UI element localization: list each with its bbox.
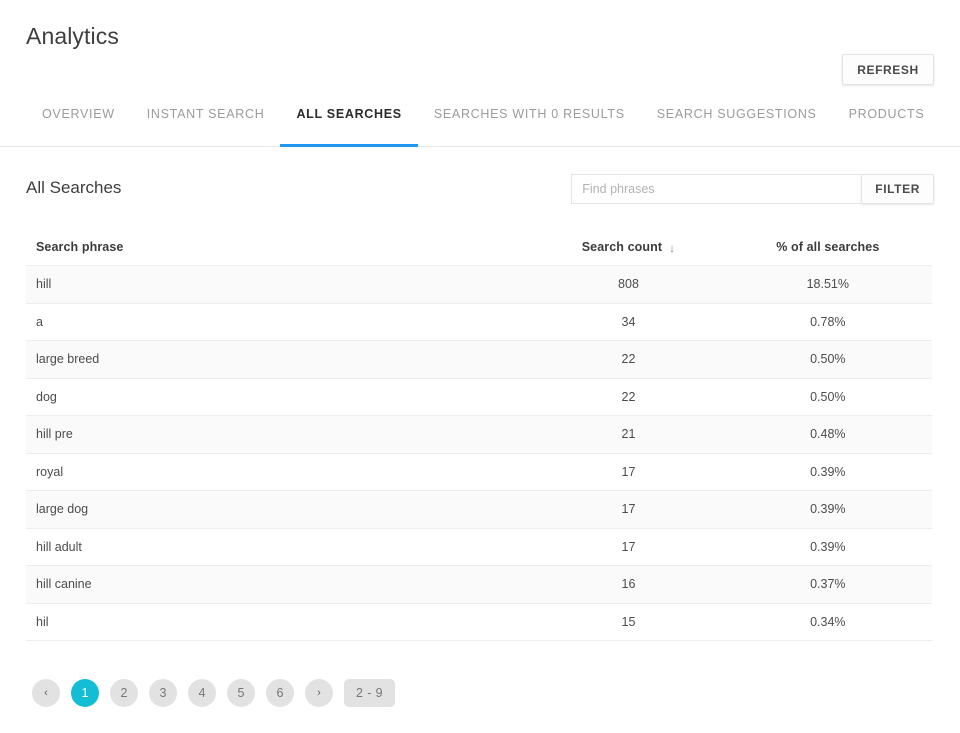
arrow-down-icon: ↓ — [669, 241, 675, 255]
cell-percent: 0.34% — [724, 603, 932, 641]
table-row[interactable]: royal170.39% — [26, 453, 932, 491]
cell-percent: 0.39% — [724, 528, 932, 566]
section-title: All Searches — [26, 177, 121, 199]
search-input[interactable] — [571, 174, 861, 204]
table-row[interactable]: large dog170.39% — [26, 491, 932, 529]
table-row[interactable]: hill pre210.48% — [26, 416, 932, 454]
pagination-page-4[interactable]: 4 — [188, 679, 216, 707]
cell-search-count: 15 — [533, 603, 723, 641]
tab-active-underline — [280, 144, 417, 147]
cell-percent: 0.50% — [724, 341, 932, 379]
cell-search-count: 34 — [533, 303, 723, 341]
table-row[interactable]: dog220.50% — [26, 378, 932, 416]
cell-search-phrase: dog — [26, 378, 533, 416]
tab-label: SEARCH SUGGESTIONS — [657, 106, 817, 122]
cell-percent: 18.51% — [724, 266, 932, 304]
cell-search-count: 16 — [533, 566, 723, 604]
cell-search-phrase: large breed — [26, 341, 533, 379]
cell-search-phrase: hill pre — [26, 416, 533, 454]
cell-search-phrase: royal — [26, 453, 533, 491]
table-row[interactable]: hill adult170.39% — [26, 528, 932, 566]
cell-search-phrase: hill canine — [26, 566, 533, 604]
pagination-prev-icon[interactable]: ‹ — [32, 679, 60, 707]
tab-label: ALL SEARCHES — [296, 106, 401, 122]
cell-percent: 0.37% — [724, 566, 932, 604]
tab-label: OVERVIEW — [42, 106, 115, 122]
cell-search-count: 22 — [533, 341, 723, 379]
tab-bar: OVERVIEW INSTANT SEARCH ALL SEARCHES SEARCH… — [0, 106, 960, 147]
tab-label: INSTANT SEARCH — [147, 106, 265, 122]
column-header-percent-label: % of all searches — [776, 240, 879, 254]
section-header: All Searches FILTER — [0, 166, 960, 212]
searches-table-wrap: Search phrase Search count ↓ % of all sea… — [26, 228, 932, 641]
cell-percent: 0.39% — [724, 453, 932, 491]
pagination-page-3[interactable]: 3 — [149, 679, 177, 707]
tab-label: PRODUCTS — [849, 106, 925, 122]
column-header-percent-of-all-searches[interactable]: % of all searches — [724, 228, 932, 266]
refresh-button[interactable]: REFRESH — [842, 54, 934, 85]
filter-button[interactable]: FILTER — [861, 174, 934, 204]
pagination: ‹ 123456 › 2 - 9 — [32, 679, 395, 707]
table-row[interactable]: hil150.34% — [26, 603, 932, 641]
tab-searches-with-0-results[interactable]: SEARCHES WITH 0 RESULTS — [418, 106, 641, 146]
cell-percent: 0.78% — [724, 303, 932, 341]
tab-instant-search[interactable]: INSTANT SEARCH — [131, 106, 281, 146]
cell-search-count: 17 — [533, 528, 723, 566]
tab-search-suggestions[interactable]: SEARCH SUGGESTIONS — [641, 106, 833, 146]
filter-group: FILTER — [571, 174, 934, 204]
column-header-search-count[interactable]: Search count ↓ — [533, 228, 723, 266]
tab-overview[interactable]: OVERVIEW — [26, 106, 131, 146]
pagination-page-5[interactable]: 5 — [227, 679, 255, 707]
tab-all-searches[interactable]: ALL SEARCHES — [280, 106, 417, 146]
pagination-page-2[interactable]: 2 — [110, 679, 138, 707]
page-title: Analytics — [26, 21, 119, 51]
cell-percent: 0.39% — [724, 491, 932, 529]
cell-search-count: 21 — [533, 416, 723, 454]
pagination-page-1[interactable]: 1 — [71, 679, 99, 707]
cell-search-phrase: hill — [26, 266, 533, 304]
cell-search-phrase: large dog — [26, 491, 533, 529]
cell-search-phrase: hil — [26, 603, 533, 641]
cell-search-count: 808 — [533, 266, 723, 304]
cell-search-count: 22 — [533, 378, 723, 416]
table-head: Search phrase Search count ↓ % of all sea… — [26, 228, 932, 266]
table-row[interactable]: hill80818.51% — [26, 266, 932, 304]
cell-search-count: 17 — [533, 491, 723, 529]
cell-search-phrase: hill adult — [26, 528, 533, 566]
column-header-search-count-label: Search count — [582, 240, 662, 254]
table-body: hill80818.51%a340.78%large breed220.50%d… — [26, 266, 932, 641]
table-row[interactable]: large breed220.50% — [26, 341, 932, 379]
cell-percent: 0.50% — [724, 378, 932, 416]
pagination-next-icon[interactable]: › — [305, 679, 333, 707]
column-header-search-phrase[interactable]: Search phrase — [26, 228, 533, 266]
tab-products[interactable]: PRODUCTS — [833, 106, 941, 146]
column-header-search-phrase-label: Search phrase — [36, 240, 123, 254]
cell-search-phrase: a — [26, 303, 533, 341]
pagination-page-6[interactable]: 6 — [266, 679, 294, 707]
pagination-range-chip[interactable]: 2 - 9 — [344, 679, 395, 707]
table-row[interactable]: hill canine160.37% — [26, 566, 932, 604]
tab-label: SEARCHES WITH 0 RESULTS — [434, 106, 625, 122]
table-header-row: Search phrase Search count ↓ % of all sea… — [26, 228, 932, 266]
cell-percent: 0.48% — [724, 416, 932, 454]
cell-search-count: 17 — [533, 453, 723, 491]
table-row[interactable]: a340.78% — [26, 303, 932, 341]
all-searches-table: Search phrase Search count ↓ % of all sea… — [26, 228, 932, 641]
